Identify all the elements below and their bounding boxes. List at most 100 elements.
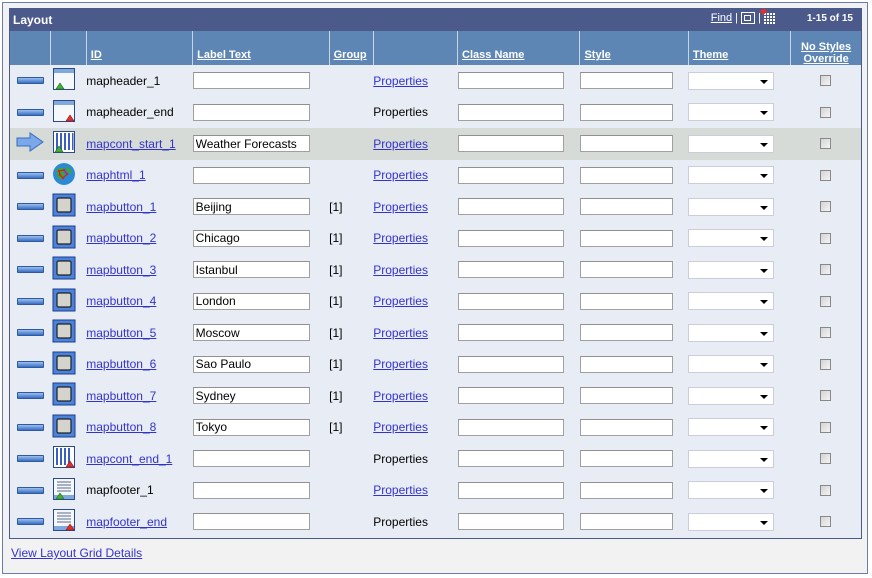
theme-select[interactable] <box>688 197 775 216</box>
style-input[interactable] <box>579 198 673 216</box>
drag-handle[interactable] <box>17 171 44 179</box>
drag-handle[interactable] <box>17 234 44 242</box>
label-text-input[interactable] <box>192 261 310 279</box>
no-styles-override-checkbox[interactable] <box>820 106 832 118</box>
class-name-input[interactable] <box>457 198 564 216</box>
style-input[interactable] <box>579 72 673 90</box>
style-input[interactable] <box>579 103 673 121</box>
label-text-input[interactable] <box>192 355 310 373</box>
style-input[interactable] <box>579 229 673 247</box>
class-name-input[interactable] <box>457 450 564 468</box>
drag-handle[interactable] <box>17 108 44 116</box>
col-style-header[interactable]: Style <box>579 31 689 65</box>
label-text-input[interactable] <box>192 450 310 468</box>
label-text-input[interactable] <box>192 72 310 90</box>
col-id-header[interactable]: ID <box>86 31 194 65</box>
no-styles-override-checkbox[interactable] <box>820 295 832 307</box>
properties-link[interactable]: Properties <box>373 168 428 182</box>
no-styles-override-checkbox[interactable] <box>820 264 832 276</box>
properties-link[interactable]: Properties <box>373 74 428 88</box>
class-name-input[interactable] <box>457 135 564 153</box>
no-styles-override-checkbox[interactable] <box>820 138 832 150</box>
find-link[interactable]: Find <box>711 12 732 24</box>
label-text-input[interactable] <box>192 229 310 247</box>
label-text-input[interactable] <box>192 387 310 405</box>
element-id-link[interactable]: mapbutton_8 <box>86 420 156 434</box>
style-input[interactable] <box>579 324 673 342</box>
style-input[interactable] <box>579 450 673 468</box>
drag-handle[interactable] <box>17 455 44 463</box>
theme-select[interactable] <box>688 355 775 374</box>
class-name-input[interactable] <box>457 418 564 436</box>
theme-select[interactable] <box>688 71 775 90</box>
style-input[interactable] <box>579 261 673 279</box>
class-name-input[interactable] <box>457 72 564 90</box>
theme-select[interactable] <box>688 323 775 342</box>
popout-icon[interactable] <box>741 12 755 24</box>
style-input[interactable] <box>579 513 673 531</box>
col-label-header[interactable]: Label Text <box>192 31 330 65</box>
element-id-link[interactable]: mapbutton_5 <box>86 326 156 340</box>
no-styles-override-checkbox[interactable] <box>820 484 832 496</box>
class-name-input[interactable] <box>457 513 564 531</box>
drag-handle[interactable] <box>17 518 44 526</box>
class-name-input[interactable] <box>457 481 564 499</box>
style-input[interactable] <box>579 292 673 310</box>
class-name-input[interactable] <box>457 261 564 279</box>
style-input[interactable] <box>579 418 673 436</box>
col-theme-header[interactable]: Theme <box>688 31 792 65</box>
element-id-link[interactable]: mapcont_start_1 <box>86 137 175 151</box>
drag-handle[interactable] <box>17 486 44 494</box>
label-text-input[interactable] <box>192 292 310 310</box>
view-layout-grid-details-link[interactable]: View Layout Grid Details <box>11 546 142 560</box>
label-text-input[interactable] <box>192 324 310 342</box>
col-no-styles-override-header[interactable]: No Styles Override <box>790 31 861 65</box>
drag-handle[interactable] <box>17 360 44 368</box>
no-styles-override-checkbox[interactable] <box>820 390 832 402</box>
no-styles-override-checkbox[interactable] <box>820 516 832 528</box>
element-id-link[interactable]: mapbutton_1 <box>86 200 156 214</box>
drag-handle[interactable] <box>17 392 44 400</box>
element-id-link[interactable]: maphtml_1 <box>86 168 145 182</box>
class-name-input[interactable] <box>457 355 564 373</box>
class-name-input[interactable] <box>457 103 564 121</box>
style-input[interactable] <box>579 166 673 184</box>
element-id-link[interactable]: mapcont_end_1 <box>86 452 172 466</box>
class-name-input[interactable] <box>457 229 564 247</box>
col-group-header[interactable]: Group <box>329 31 374 65</box>
drag-handle[interactable] <box>17 297 44 305</box>
theme-select[interactable] <box>688 229 775 248</box>
label-text-input[interactable] <box>192 103 310 121</box>
theme-select[interactable] <box>688 134 775 153</box>
label-text-input[interactable] <box>192 198 310 216</box>
style-input[interactable] <box>579 135 673 153</box>
properties-link[interactable]: Properties <box>373 137 428 151</box>
drag-handle[interactable] <box>17 423 44 431</box>
theme-select[interactable] <box>688 166 775 185</box>
drag-handle[interactable] <box>17 77 44 85</box>
element-id-link[interactable]: mapbutton_2 <box>86 231 156 245</box>
no-styles-override-checkbox[interactable] <box>820 169 832 181</box>
theme-select[interactable] <box>688 292 775 311</box>
properties-link[interactable]: Properties <box>373 294 428 308</box>
element-id-link[interactable]: mapfooter_end <box>86 515 167 529</box>
theme-select[interactable] <box>688 481 775 500</box>
theme-select[interactable] <box>688 103 775 122</box>
label-text-input[interactable] <box>192 513 310 531</box>
class-name-input[interactable] <box>457 324 564 342</box>
properties-link[interactable]: Properties <box>373 483 428 497</box>
class-name-input[interactable] <box>457 292 564 310</box>
theme-select[interactable] <box>688 512 775 531</box>
properties-link[interactable]: Properties <box>373 420 428 434</box>
properties-link[interactable]: Properties <box>373 263 428 277</box>
no-styles-override-checkbox[interactable] <box>820 453 832 465</box>
properties-link[interactable]: Properties <box>373 389 428 403</box>
style-input[interactable] <box>579 481 673 499</box>
class-name-input[interactable] <box>457 387 564 405</box>
class-name-input[interactable] <box>457 166 564 184</box>
style-input[interactable] <box>579 387 673 405</box>
drag-handle[interactable] <box>17 266 44 274</box>
label-text-input[interactable] <box>192 418 310 436</box>
col-class-header[interactable]: Class Name <box>457 31 581 65</box>
download-grid-icon[interactable] <box>763 12 776 24</box>
